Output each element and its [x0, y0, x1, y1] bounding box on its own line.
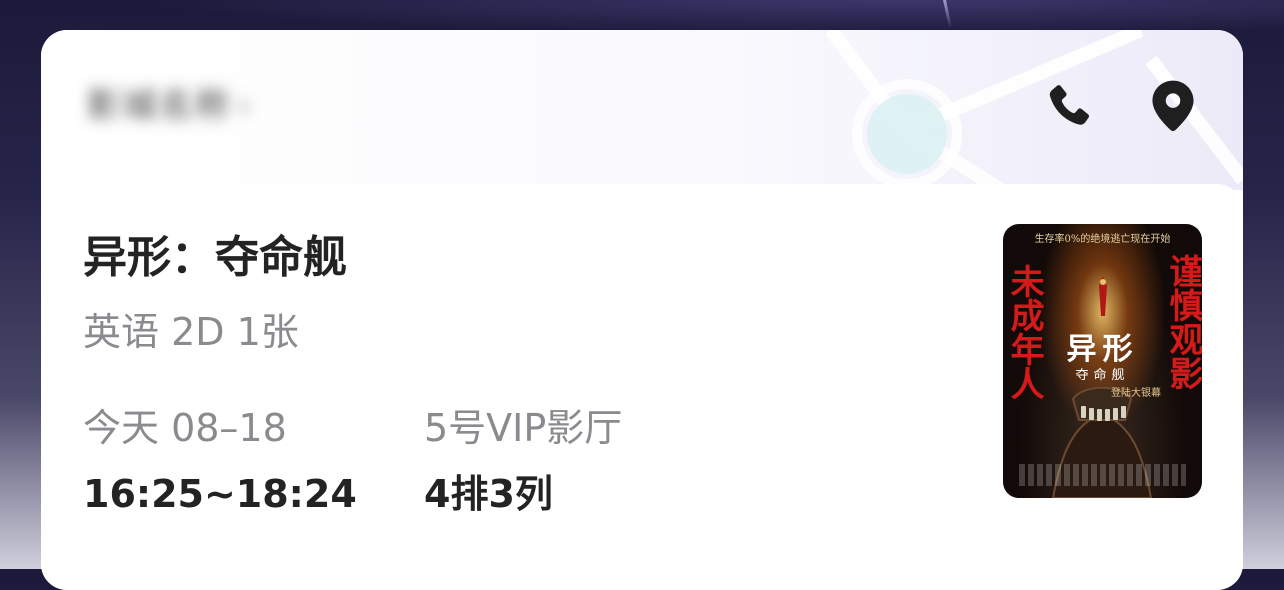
- poster-subtitle: 夺命舰: [1075, 368, 1130, 383]
- poster-top-line: 生存率0%的绝境逃亡现在开始: [1034, 234, 1171, 245]
- hall-name: 5号VIP影厅: [424, 406, 623, 450]
- ticket-details: 异形：夺命舰 英语 2D 1张 今天 08–18 16:25~18:24 5号V…: [41, 184, 1243, 590]
- location-pin-icon: [1152, 80, 1194, 132]
- location-button[interactable]: [1141, 74, 1205, 138]
- poster-title: 异形: [1066, 332, 1139, 367]
- phone-icon: [1049, 85, 1090, 125]
- show-time: 16:25~18:24: [83, 472, 357, 516]
- cinema-header: 影城名称 ›: [41, 30, 1243, 190]
- cinema-name[interactable]: 影城名称 ›: [87, 78, 253, 134]
- show-date: 今天 08–18: [83, 406, 287, 450]
- ticket-card[interactable]: 影城名称 › 异形：夺命舰 英语 2D 1张 今天 08–18 16:25~18:…: [41, 30, 1243, 590]
- ticket-format: 英语 2D 1张: [83, 310, 299, 354]
- phone-button[interactable]: [1037, 74, 1101, 138]
- movie-title: 异形：夺命舰: [83, 232, 347, 283]
- seat-number: 4排3列: [424, 472, 553, 516]
- poster-tagline: 登陆大银幕: [1111, 388, 1161, 399]
- cinema-name-text: 影城名称: [87, 86, 231, 126]
- chevron-right-icon: ›: [237, 86, 253, 126]
- movie-poster[interactable]: 生存率0%的绝境逃亡现在开始 未成年人 谨慎观影 异形 夺命舰 登陆大银幕: [1003, 224, 1202, 498]
- poster-credits: [1019, 464, 1186, 486]
